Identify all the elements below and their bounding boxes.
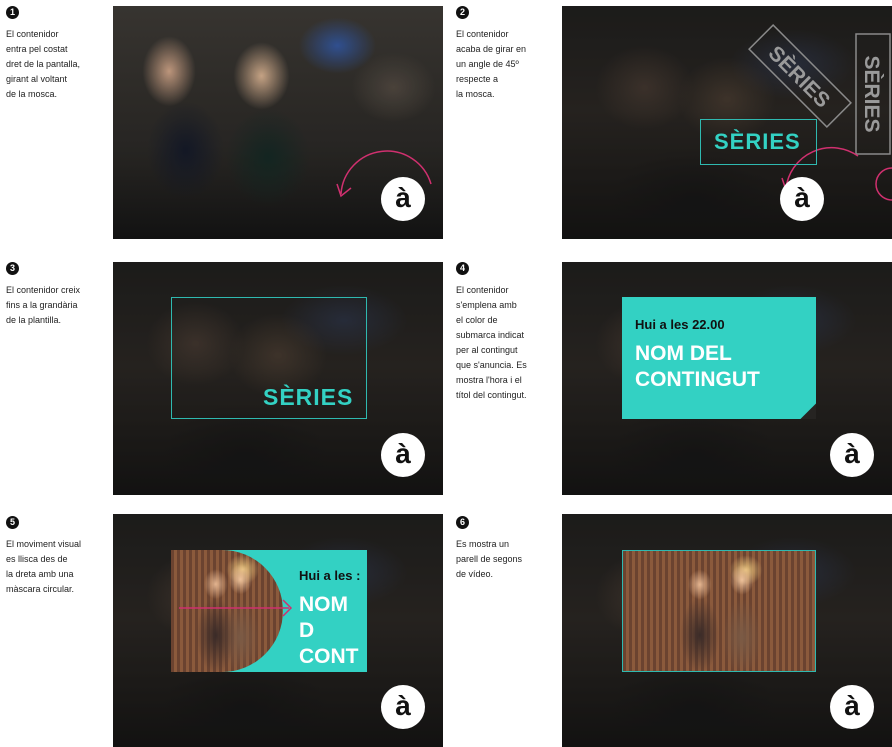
slide-arrow-icon [179,599,293,617]
promo-time: Hui a les 22.00 [635,317,725,332]
frame-step-6: à [562,514,892,747]
series-label: SÈRIES [714,129,801,154]
frame-step-5: Hui a les : NOM D CONT à [113,514,443,747]
channel-logo: à [381,433,425,477]
step-number-4: 4 [456,262,469,275]
step-number-1: 1 [6,6,19,19]
series-label-vertical: SÈRIES [860,55,883,132]
channel-logo: à [830,433,874,477]
frame-step-1: à [113,6,443,239]
channel-logo: à [381,177,425,221]
step-number-6: 6 [456,516,469,529]
step-description-2: El contenidor acaba de girar en un angle… [456,29,527,99]
step-description-1: El contenidor entra pel costat dret de l… [6,29,81,99]
frame-step-4: Hui a les 22.00 NOM DEL CONTINGUT à [562,262,892,495]
promo-container: Hui a les : NOM D CONT [171,550,367,672]
promo-container: Hui a les 22.00 NOM DEL CONTINGUT [622,297,816,419]
step-description-5: El moviment visual es llisca des de la d… [6,539,82,594]
series-label-rotated: SÈRIES [764,42,835,113]
step-number-5: 5 [6,516,19,529]
step-description-6: Es mostra un parell de segons de vídeo. [456,539,523,579]
step-number-2: 2 [456,6,469,19]
frame-step-3: SÈRIES à [113,262,443,495]
video-container [622,550,816,672]
channel-logo: à [830,685,874,729]
channel-logo: à [780,177,824,221]
frame-step-2: SÈRIES SÈRIES SÈRIES à [562,6,892,239]
step-description-3: El contenidor creix fins a la grandària … [6,285,81,325]
series-label: SÈRIES [263,384,354,410]
promo-title: NOM DEL CONTINGUT [635,342,760,391]
step-number-3: 3 [6,262,19,275]
channel-logo: à [381,685,425,729]
step-description-4: El contenidor s'emplena amb el color de … [456,285,527,400]
